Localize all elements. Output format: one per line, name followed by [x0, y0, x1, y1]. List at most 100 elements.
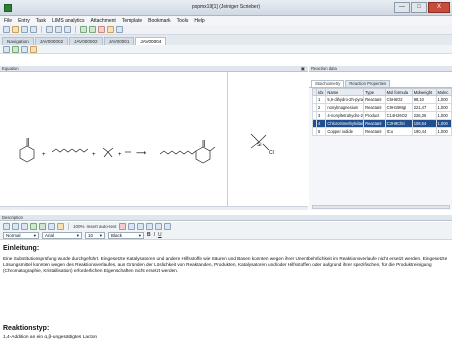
column-header-name[interactable]: Name — [325, 88, 365, 96]
tab-jav00004[interactable]: JAV00004 — [135, 37, 167, 45]
maximize-button[interactable]: □ — [411, 2, 427, 13]
font-size-select[interactable]: 10 ▾ — [85, 231, 105, 239]
stoichiometry-table: Idx Name Type Mol formula Molweight Mole… — [312, 88, 452, 136]
table-row-selected[interactable]: 4 Chlorotrimethylsilane Reactant C3H9ClS… — [312, 119, 452, 128]
heading-reaktionstyp: Reaktionstyp: — [3, 325, 50, 332]
entry-toolbar — [0, 45, 452, 54]
cell-formula: ICu — [384, 127, 413, 136]
table-row[interactable]: 2 nonylmagnesium Reactant C9H19MgI 221,4… — [312, 103, 452, 112]
bullet-list-icon[interactable] — [154, 223, 162, 230]
font-select[interactable]: Arial ▾ — [42, 231, 82, 239]
table-row[interactable]: 1 5,6-dihydro-2h-pyran- Reactant C5H6O2 … — [312, 95, 452, 104]
chevron-down-icon: ▾ — [99, 232, 102, 238]
copy-icon[interactable] — [55, 26, 62, 33]
column-header-type[interactable]: Type — [363, 88, 386, 96]
sign-icon[interactable] — [98, 26, 105, 33]
table-row[interactable]: 3 4-nonyltetrahydro-2H- Product C14H26O2… — [312, 111, 452, 120]
style-select[interactable]: Normal ▾ — [3, 231, 39, 239]
tab-jav00001[interactable]: JAV00001 — [103, 37, 135, 45]
menu-tools[interactable]: Tools — [177, 18, 189, 24]
undo-icon[interactable] — [30, 223, 37, 230]
lock-icon[interactable] — [107, 26, 114, 33]
new-icon[interactable] — [3, 26, 10, 33]
minimize-button[interactable]: — — [394, 2, 410, 13]
product-chain — [159, 150, 197, 155]
table-row[interactable]: 5 Copper iodide Reactant ICu 190,44 1,00… — [312, 127, 452, 136]
chevron-down-icon: ▾ — [138, 232, 141, 238]
column-header-molec[interactable]: Molec — [435, 88, 452, 96]
cell-idx: 2 — [315, 103, 327, 112]
equation-horizontal-scrollbar[interactable] — [0, 206, 308, 210]
zoom-level[interactable]: 100% — [73, 224, 85, 229]
plus-sign-2: + — [92, 152, 96, 158]
menu-file[interactable]: File — [4, 18, 12, 24]
menu-help[interactable]: Help — [194, 18, 204, 24]
menu-task[interactable]: Task — [36, 18, 46, 24]
reaction-equation-canvas[interactable]: + + + ⟶ — [0, 72, 228, 210]
cell-name: Copper iodide — [325, 127, 365, 136]
redo-icon[interactable] — [89, 26, 96, 33]
column-header-molweight[interactable]: Molweight — [411, 88, 437, 96]
cell-idx: 4 — [315, 119, 327, 128]
cell-molweight: 190,44 — [411, 127, 437, 136]
equation-icon[interactable] — [3, 45, 10, 53]
menu-template[interactable]: Template — [122, 18, 142, 24]
numbered-list-icon[interactable] — [163, 223, 171, 230]
align-left-icon[interactable] — [127, 223, 135, 230]
image-icon[interactable] — [57, 223, 64, 230]
bold-button[interactable]: B — [147, 232, 151, 238]
chevron-down-icon: ▾ — [76, 232, 79, 238]
reaction-table-scrollbar[interactable] — [312, 205, 450, 209]
cut-icon[interactable] — [46, 26, 53, 33]
nonyl-chain — [51, 148, 89, 153]
export-icon[interactable] — [30, 45, 37, 53]
column-header-idx[interactable]: Idx — [315, 88, 327, 96]
cell-molweight: 98,10 — [411, 95, 437, 104]
cell-idx: 1 — [315, 95, 327, 104]
toolbar-separator — [75, 26, 76, 33]
save-icon[interactable] — [21, 26, 28, 33]
reaction-equation-drawing: + + + ⟶ — [19, 138, 216, 164]
search-icon[interactable] — [116, 26, 123, 33]
tab-navigation[interactable]: Navigation — [2, 37, 34, 45]
chevron-down-icon: ▾ — [33, 232, 36, 238]
tab-stoichiometry[interactable]: Stoichiometry — [311, 80, 345, 87]
close-button[interactable]: X — [428, 2, 450, 13]
reaction-data-title: Reaction data — [311, 66, 337, 71]
menu-bar: File Entry Task LIMS analytics Attachmen… — [0, 16, 452, 25]
tab-jav000002[interactable]: JAV000002 — [34, 37, 69, 45]
font-color-select[interactable]: Black ▾ — [108, 231, 144, 239]
menu-lims-analytics[interactable]: LIMS analytics — [52, 18, 85, 24]
column-header-mol-formula[interactable]: Mol formula — [384, 88, 413, 96]
highlight-icon[interactable] — [118, 223, 126, 230]
table-icon[interactable] — [48, 223, 55, 230]
align-right-icon[interactable] — [145, 223, 153, 230]
menu-entry[interactable]: Entry — [18, 18, 30, 24]
copy-icon[interactable] — [12, 223, 19, 230]
cell-molweight: 221,47 — [411, 103, 437, 112]
table-icon[interactable] — [21, 45, 28, 53]
main-toolbar — [0, 25, 452, 35]
paste-icon[interactable] — [64, 26, 71, 33]
tab-reaction-properties[interactable]: Reaction Properties — [345, 80, 391, 87]
refresh-icon[interactable] — [12, 45, 19, 53]
font-size-value: 10 — [88, 232, 94, 238]
selected-structure-view[interactable]: Si Cl — [229, 72, 308, 210]
tab-jav000002-b[interactable]: JAV000002 — [69, 37, 103, 45]
menu-bookmark[interactable]: Bookmark — [148, 18, 171, 24]
menu-attachment[interactable]: Attachment — [91, 18, 116, 24]
print-icon[interactable] — [30, 26, 37, 33]
paste-icon[interactable] — [21, 223, 28, 230]
cell-formula: C3H9ClSi — [384, 119, 413, 128]
redo-icon[interactable] — [39, 223, 46, 230]
insert-auto-text-button[interactable]: Insert auto-text — [87, 224, 117, 229]
description-editor[interactable]: Einleitung: Eine Substitutionsprüfung wu… — [0, 241, 452, 342]
cut-icon[interactable] — [3, 223, 10, 230]
open-icon[interactable] — [12, 26, 19, 33]
pyranone-structure — [19, 138, 35, 163]
undo-icon[interactable] — [80, 26, 87, 33]
italic-button[interactable]: I — [154, 232, 155, 238]
underline-button[interactable]: U — [158, 232, 162, 238]
toolbar-separator — [41, 26, 42, 33]
align-center-icon[interactable] — [136, 223, 144, 230]
